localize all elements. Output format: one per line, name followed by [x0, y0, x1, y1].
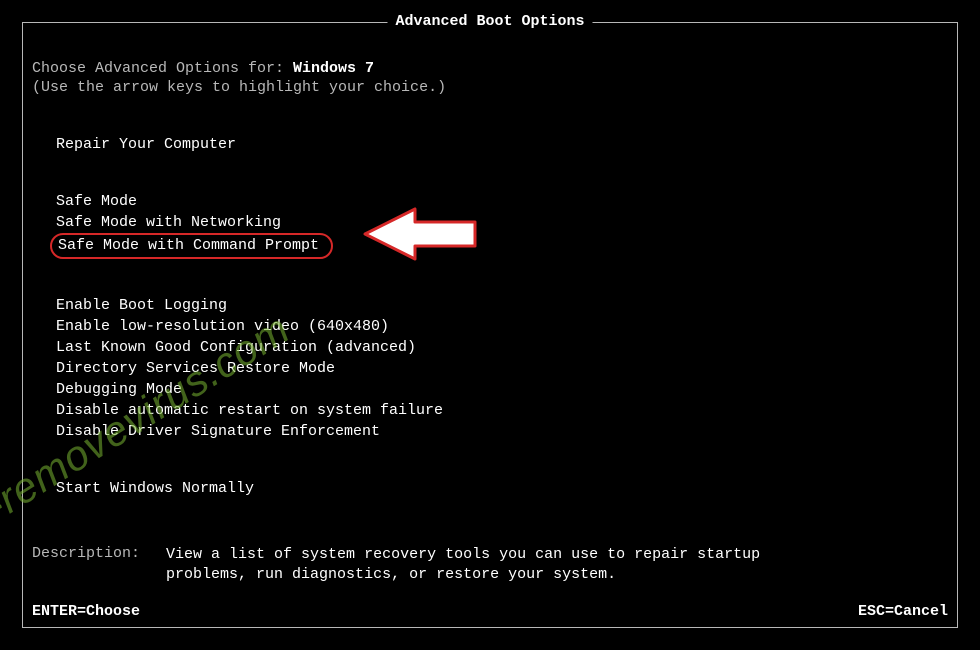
footer-bar: ENTER=Choose ESC=Cancel: [32, 603, 948, 620]
prompt-prefix: Choose Advanced Options for:: [32, 60, 293, 77]
option-last-known-good[interactable]: Last Known Good Configuration (advanced): [56, 337, 948, 358]
option-safe-mode-command-prompt[interactable]: Safe Mode with Command Prompt: [56, 233, 948, 259]
os-name: Windows 7: [293, 60, 374, 77]
prompt-line: Choose Advanced Options for: Windows 7: [32, 60, 948, 77]
option-safe-mode-networking[interactable]: Safe Mode with Networking: [56, 212, 948, 233]
description-block: Description: View a list of system recov…: [32, 545, 948, 585]
hint-line: (Use the arrow keys to highlight your ch…: [32, 79, 948, 96]
option-start-windows-normally[interactable]: Start Windows Normally: [56, 478, 948, 499]
option-debugging-mode[interactable]: Debugging Mode: [56, 379, 948, 400]
window-title: Advanced Boot Options: [387, 13, 592, 30]
description-text: View a list of system recovery tools you…: [166, 545, 766, 585]
option-disable-auto-restart[interactable]: Disable automatic restart on system fail…: [56, 400, 948, 421]
selected-highlight: Safe Mode with Command Prompt: [50, 233, 333, 259]
option-repair-your-computer[interactable]: Repair Your Computer: [56, 134, 948, 155]
options-section: Repair Your Computer Safe Mode Safe Mode…: [56, 134, 948, 499]
option-enable-boot-logging[interactable]: Enable Boot Logging: [56, 295, 948, 316]
option-low-res-video[interactable]: Enable low-resolution video (640x480): [56, 316, 948, 337]
option-directory-services-restore[interactable]: Directory Services Restore Mode: [56, 358, 948, 379]
content-area: Choose Advanced Options for: Windows 7 (…: [32, 60, 948, 585]
description-label: Description:: [32, 545, 140, 585]
footer-esc: ESC=Cancel: [858, 603, 948, 620]
option-safe-mode[interactable]: Safe Mode: [56, 191, 948, 212]
option-disable-driver-sig[interactable]: Disable Driver Signature Enforcement: [56, 421, 948, 442]
footer-enter: ENTER=Choose: [32, 603, 140, 620]
